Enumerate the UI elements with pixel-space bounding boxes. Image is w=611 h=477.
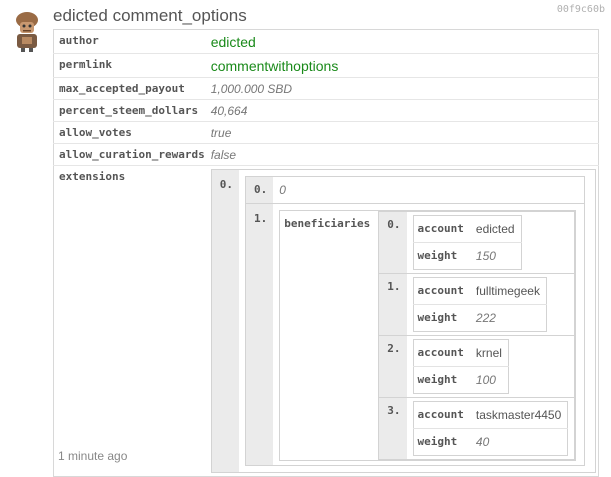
param-row-allow-curation-rewards: allow_curation_rewards false — [53, 143, 599, 166]
author-link[interactable]: edicted — [209, 30, 599, 54]
param-value: true — [208, 121, 599, 144]
array-index: 0. — [245, 176, 274, 204]
extensions-value: 0. 0. 0 1. beneficiaries 0. account edic… — [208, 165, 599, 477]
beneficiary-account-key: account — [417, 346, 464, 359]
beneficiary-account-key: account — [417, 222, 464, 235]
beneficiary-item: 1. account fulltimegeek weight 222 — [378, 273, 575, 336]
beneficiary-item: 2. account krnel weight 100 — [378, 335, 575, 398]
param-key: author — [59, 34, 99, 47]
param-value: 40,664 — [208, 99, 599, 122]
param-row-extensions: extensions 0. 0. 0 1. beneficiaries 0. a… — [53, 165, 599, 477]
array-item: 0. 0. 0 1. beneficiaries 0. account edic… — [211, 169, 596, 473]
beneficiary-object: account krnel weight 100 — [412, 339, 509, 394]
param-key: allow_votes — [53, 121, 209, 144]
beneficiary-weight-key: weight — [413, 304, 472, 332]
extensions-array: 0. 0. 0 1. beneficiaries 0. account edic… — [210, 169, 597, 473]
beneficiary-object: account edicted weight 150 — [412, 215, 522, 270]
array-item: 1. beneficiaries 0. account edicted weig… — [245, 203, 585, 466]
operation-type: comment_options — [112, 6, 247, 25]
array-index: 3. — [378, 397, 407, 460]
param-key: max_accepted_payout — [53, 77, 209, 100]
param-row-allow-votes: allow_votes true — [53, 121, 599, 144]
beneficiary-weight-value: 222 — [471, 304, 547, 332]
param-key: percent_steem_dollars — [53, 99, 209, 122]
param-value: false — [208, 143, 599, 166]
beneficiaries-key: beneficiaries — [284, 217, 371, 230]
beneficiary-weight-value: 40 — [471, 428, 568, 456]
param-row-max-accepted-payout: max_accepted_payout 1,000.000 SBD — [53, 77, 599, 100]
beneficiary-weight-value: 100 — [471, 366, 509, 394]
beneficiary-item: 0. account edicted weight 150 — [378, 211, 575, 274]
permlink-link[interactable]: commentwithoptions — [208, 53, 599, 78]
beneficiary-account-value: krnel — [475, 346, 502, 360]
beneficiary-object: account taskmaster4450 weight 40 — [412, 401, 569, 456]
param-key: permlink — [53, 53, 209, 78]
beneficiary-weight-key: weight — [413, 242, 472, 270]
operation-user-link[interactable]: edicted — [53, 6, 108, 25]
array-index: 2. — [378, 335, 407, 398]
array-index: 1. — [245, 203, 274, 466]
beneficiary-item: 3. account taskmaster4450 weight 40 — [378, 397, 575, 460]
beneficiaries-object: beneficiaries 0. account edicted weight … — [279, 210, 577, 461]
param-row-author: author edicted — [54, 30, 599, 54]
beneficiary-account-key: account — [417, 408, 464, 421]
transaction-hash-link[interactable]: 00f9c60b — [557, 4, 605, 15]
beneficiary-account-value: taskmaster4450 — [475, 408, 562, 422]
beneficiary-weight-key: weight — [413, 428, 472, 456]
beneficiary-account-value: fulltimegeek — [475, 284, 540, 298]
avatar[interactable] — [12, 10, 42, 52]
beneficiary-object: account fulltimegeek weight 222 — [412, 277, 547, 332]
timestamp: 1 minute ago — [58, 449, 128, 463]
param-value: 1,000.000 SBD — [208, 77, 599, 100]
operation-title: edicted comment_options — [53, 6, 247, 26]
param-row-permlink: permlink commentwithoptions — [53, 53, 599, 78]
array-item: 0. 0 — [245, 176, 584, 204]
extension-inner-array: 0. 0 1. beneficiaries 0. account edicted… — [244, 176, 586, 466]
beneficiary-weight-key: weight — [413, 366, 472, 394]
beneficiaries-array: 0. account edicted weight 150 1. account… — [378, 211, 576, 460]
beneficiary-account-value: edicted — [475, 222, 515, 236]
operation-params-table: author edicted permlink commentwithoptio… — [53, 29, 600, 477]
beneficiary-weight-value: 150 — [471, 242, 522, 270]
param-key: extensions — [53, 165, 209, 477]
array-index: 1. — [378, 273, 407, 336]
robot-avatar-icon — [16, 12, 38, 52]
beneficiary-account-key: account — [417, 284, 464, 297]
extension-type-value: 0 — [279, 183, 286, 197]
array-index: 0. — [378, 211, 407, 274]
param-row-percent-steem-dollars: percent_steem_dollars 40,664 — [53, 99, 599, 122]
array-index: 0. — [211, 169, 239, 473]
param-key: allow_curation_rewards — [53, 143, 209, 166]
